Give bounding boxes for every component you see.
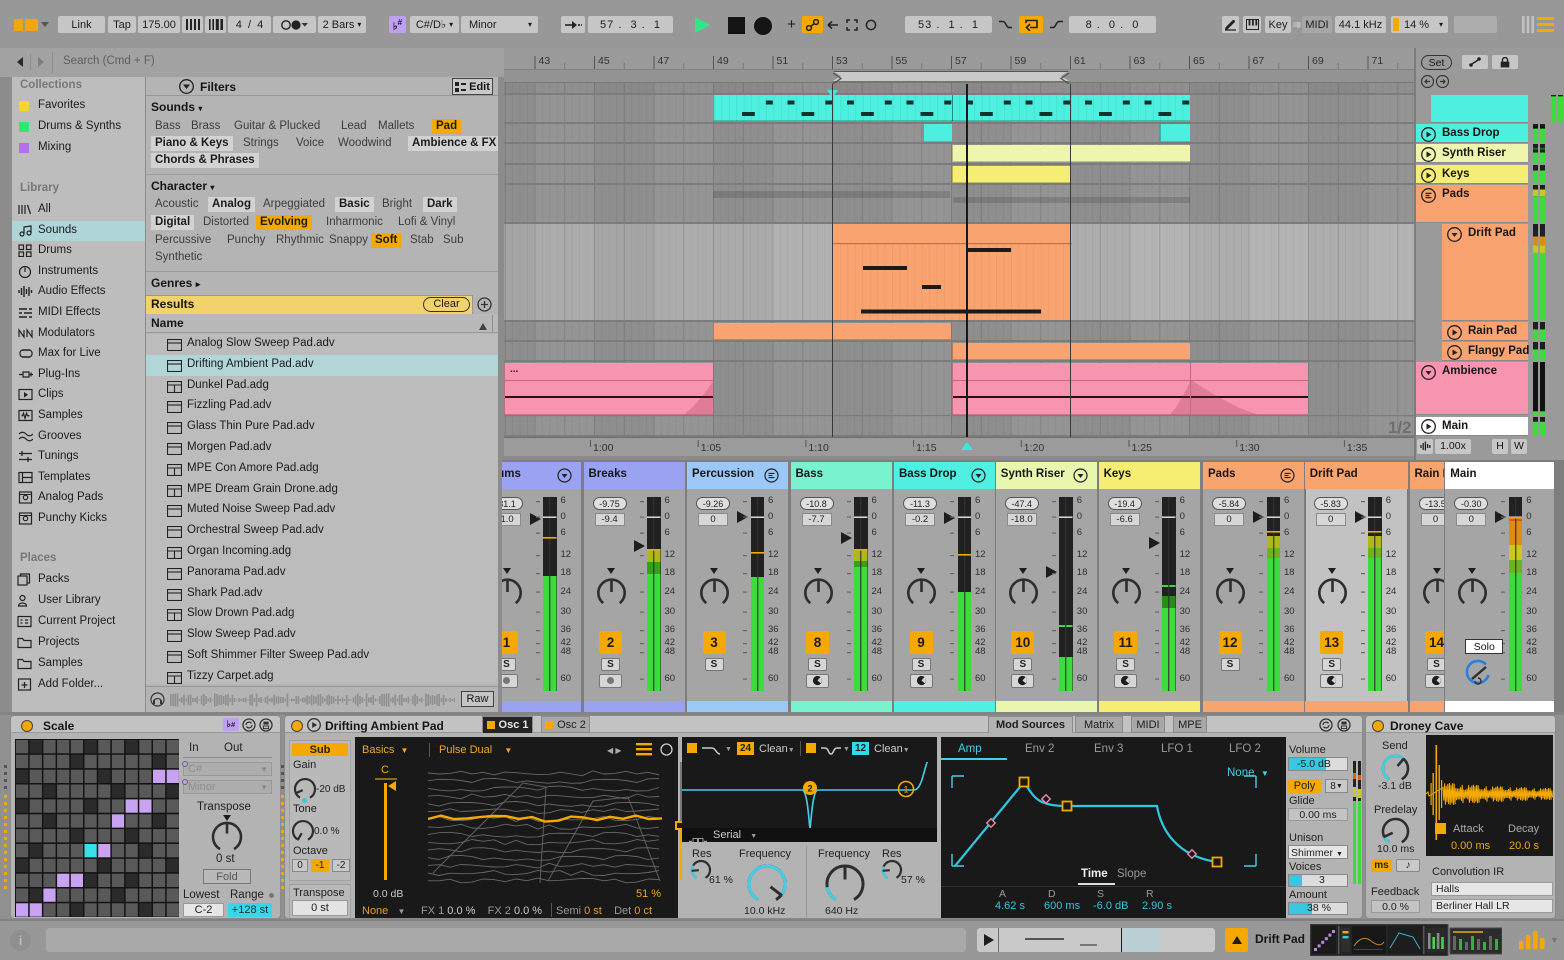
svg-text:71: 71 <box>1372 55 1384 67</box>
svg-text:1:20: 1:20 <box>1024 442 1045 454</box>
svg-text:2: 2 <box>807 784 812 794</box>
svg-text:57: 57 <box>955 55 967 67</box>
svg-text:1:30: 1:30 <box>1239 442 1260 454</box>
svg-text:43: 43 <box>539 55 551 67</box>
svg-text:53: 53 <box>836 55 848 67</box>
svg-text:47: 47 <box>658 55 670 67</box>
svg-text:65: 65 <box>1193 55 1205 67</box>
svg-text:1: 1 <box>903 785 908 795</box>
svg-text:45: 45 <box>598 55 610 67</box>
svg-text:49: 49 <box>717 55 729 67</box>
svg-text:1:15: 1:15 <box>916 442 937 454</box>
svg-text:1:00: 1:00 <box>593 442 614 454</box>
svg-text:67: 67 <box>1253 55 1265 67</box>
svg-text:63: 63 <box>1134 55 1146 67</box>
svg-text:59: 59 <box>1015 55 1027 67</box>
svg-text:69: 69 <box>1312 55 1324 67</box>
svg-text:55: 55 <box>896 55 908 67</box>
svg-text:1:25: 1:25 <box>1132 442 1153 454</box>
svg-text:51: 51 <box>777 55 789 67</box>
svg-text:1:35: 1:35 <box>1347 442 1368 454</box>
svg-text:61: 61 <box>1074 55 1086 67</box>
svg-text:1:10: 1:10 <box>808 442 829 454</box>
svg-text:1:05: 1:05 <box>701 442 722 454</box>
